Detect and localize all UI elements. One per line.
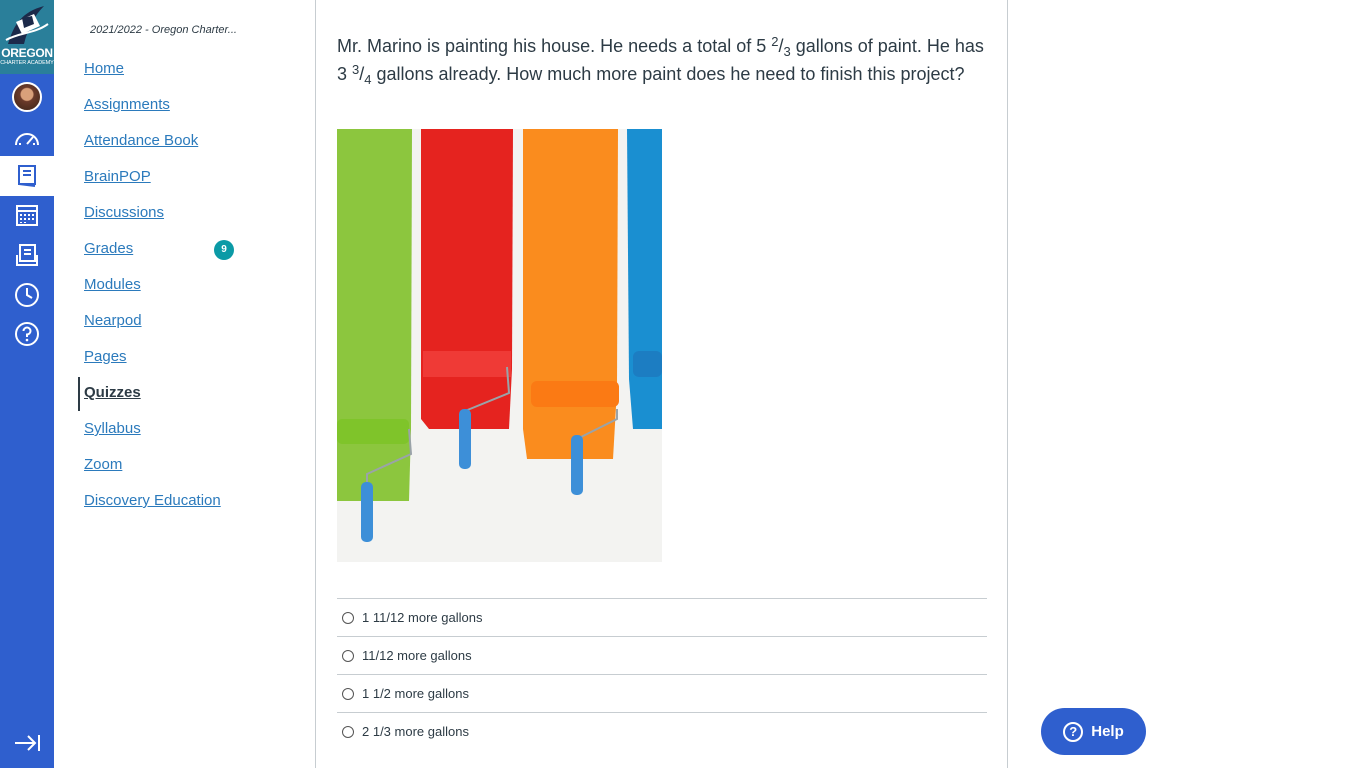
collapse-nav-button[interactable]	[0, 723, 54, 763]
courses-icon	[18, 165, 36, 187]
account-nav-item[interactable]	[0, 77, 54, 117]
dashboard-nav-item[interactable]	[0, 118, 54, 158]
answer-option[interactable]: 1 1/2 more gallons	[337, 674, 987, 712]
course-link-modules[interactable]: Modules	[84, 275, 141, 295]
help-nav-item[interactable]	[0, 314, 54, 354]
logo-emblem	[5, 6, 49, 44]
course-nav: 2021/2022 - Oregon Charter... Home Assig…	[54, 0, 316, 768]
answer-label: 1 11/12 more gallons	[362, 610, 483, 625]
answer-radio[interactable]	[342, 649, 354, 662]
inbox-nav-item[interactable]	[0, 235, 54, 275]
answer-option[interactable]: 1 11/12 more gallons	[337, 598, 987, 636]
quiz-content: Mr. Marino is painting his house. He nee…	[316, 0, 1008, 768]
courses-nav-item[interactable]	[0, 156, 54, 196]
term-title: 2021/2022 - Oregon Charter...	[90, 24, 237, 36]
help-icon	[15, 322, 39, 346]
history-nav-item[interactable]	[0, 275, 54, 315]
course-link-quizzes[interactable]: Quizzes	[84, 383, 141, 403]
course-link-discussions[interactable]: Discussions	[84, 203, 164, 223]
dashboard-icon	[15, 133, 39, 146]
course-link-discovery-education[interactable]: Discovery Education	[84, 491, 221, 511]
inbox-icon	[16, 244, 38, 266]
course-link-zoom[interactable]: Zoom	[84, 455, 122, 475]
answer-radio[interactable]	[342, 687, 354, 700]
calendar-nav-item[interactable]	[0, 195, 54, 235]
question-part-3: gallons already. How much more paint doe…	[371, 64, 965, 84]
calendar-icon	[16, 205, 38, 226]
course-link-assignments[interactable]: Assignments	[84, 95, 170, 115]
grades-count-badge: 9	[214, 240, 234, 260]
clock-icon	[15, 283, 39, 307]
collapse-icon	[15, 735, 40, 751]
help-button-label: Help	[1091, 723, 1124, 740]
paint-rollers-image	[337, 129, 662, 562]
global-nav: OREGON CHARTER ACADEMY	[0, 0, 54, 768]
fraction-1-denominator: 3	[783, 44, 791, 59]
logo-subtext: CHARTER ACADEMY	[0, 60, 54, 66]
course-link-syllabus[interactable]: Syllabus	[84, 419, 141, 439]
answer-option[interactable]: 2 1/3 more gallons	[337, 712, 987, 750]
answer-radio[interactable]	[342, 611, 354, 624]
answer-label: 2 1/3 more gallons	[362, 724, 469, 739]
active-indicator	[78, 377, 80, 411]
logo-text: OREGON	[1, 46, 53, 60]
school-logo[interactable]: OREGON CHARTER ACADEMY	[0, 0, 54, 74]
question-part-1: Mr. Marino is painting his house. He nee…	[337, 36, 772, 56]
course-link-home[interactable]: Home	[84, 59, 124, 79]
answer-option[interactable]: 11/12 more gallons	[337, 636, 987, 674]
course-link-brainpop[interactable]: BrainPOP	[84, 167, 151, 187]
question-text: Mr. Marino is painting his house. He nee…	[337, 32, 987, 88]
course-link-pages[interactable]: Pages	[84, 347, 127, 367]
course-link-grades[interactable]: Grades	[84, 239, 133, 259]
answer-radio[interactable]	[342, 725, 354, 738]
help-question-icon: ?	[1063, 721, 1084, 742]
course-link-nearpod[interactable]: Nearpod	[84, 311, 142, 331]
fraction-2-denominator: 4	[364, 72, 372, 87]
answer-label: 1 1/2 more gallons	[362, 686, 469, 701]
answer-list: 1 11/12 more gallons 11/12 more gallons …	[337, 598, 987, 750]
help-button[interactable]: ? Help	[1041, 708, 1146, 755]
course-link-attendance-book[interactable]: Attendance Book	[84, 131, 198, 151]
answer-label: 11/12 more gallons	[362, 648, 472, 663]
avatar	[12, 82, 42, 112]
